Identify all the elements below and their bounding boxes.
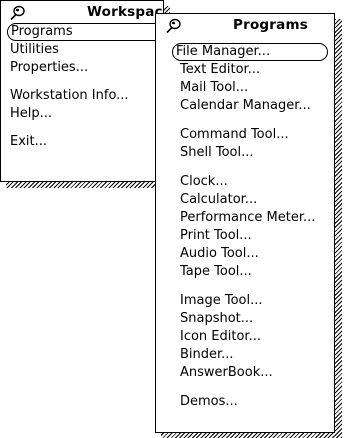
menu-item-command-tool[interactable]: Command Tool... <box>177 126 289 144</box>
menu-item-shell-tool[interactable]: Shell Tool... <box>177 144 254 162</box>
menu-item-help[interactable]: Help... <box>7 105 52 123</box>
menu-item-workstation-info[interactable]: Workstation Info... <box>7 87 129 105</box>
workspace-menu-title: Workspace <box>1 1 163 23</box>
menu-item-icon-editor[interactable]: Icon Editor... <box>177 328 261 346</box>
menu-item-snapshot[interactable]: Snapshot... <box>177 310 253 328</box>
menu-item-utilities[interactable]: Utilities <box>7 41 59 59</box>
menu-item-image-tool[interactable]: Image Tool... <box>177 292 263 310</box>
programs-menu-title-text: Programs <box>233 17 308 33</box>
programs-menu-title: Programs <box>156 14 334 36</box>
menu-item-properties[interactable]: Properties... <box>7 59 88 77</box>
menu-item-audio-tool[interactable]: Audio Tool... <box>177 245 259 263</box>
menu-item-exit[interactable]: Exit... <box>7 133 47 151</box>
menu-item-programs[interactable]: Programs <box>7 23 167 41</box>
menu-item-performance-meter[interactable]: Performance Meter... <box>177 209 315 227</box>
menu-item-demos[interactable]: Demos... <box>177 393 238 411</box>
pushpin-icon[interactable] <box>9 5 27 21</box>
menu-item-tape-tool[interactable]: Tape Tool... <box>177 263 252 281</box>
menu-item-text-editor[interactable]: Text Editor... <box>177 61 260 79</box>
workspace-menu-title-text: Workspace <box>87 4 163 20</box>
menu-item-mail-tool[interactable]: Mail Tool... <box>177 79 248 97</box>
programs-menu: Programs File Manager... Text Editor... … <box>155 13 335 433</box>
menu-item-file-manager[interactable]: File Manager... <box>172 43 328 61</box>
pushpin-icon[interactable] <box>165 18 183 34</box>
menu-item-calendar-manager[interactable]: Calendar Manager... <box>177 97 311 115</box>
menu-item-print-tool[interactable]: Print Tool... <box>177 227 252 245</box>
menu-item-clock[interactable]: Clock... <box>177 173 228 191</box>
menu-item-binder[interactable]: Binder... <box>177 346 234 364</box>
menu-item-calculator[interactable]: Calculator... <box>177 191 257 209</box>
menu-item-answerbook[interactable]: AnswerBook... <box>177 364 273 382</box>
workspace-menu: Workspace Programs Utilities Properties.… <box>0 0 167 182</box>
